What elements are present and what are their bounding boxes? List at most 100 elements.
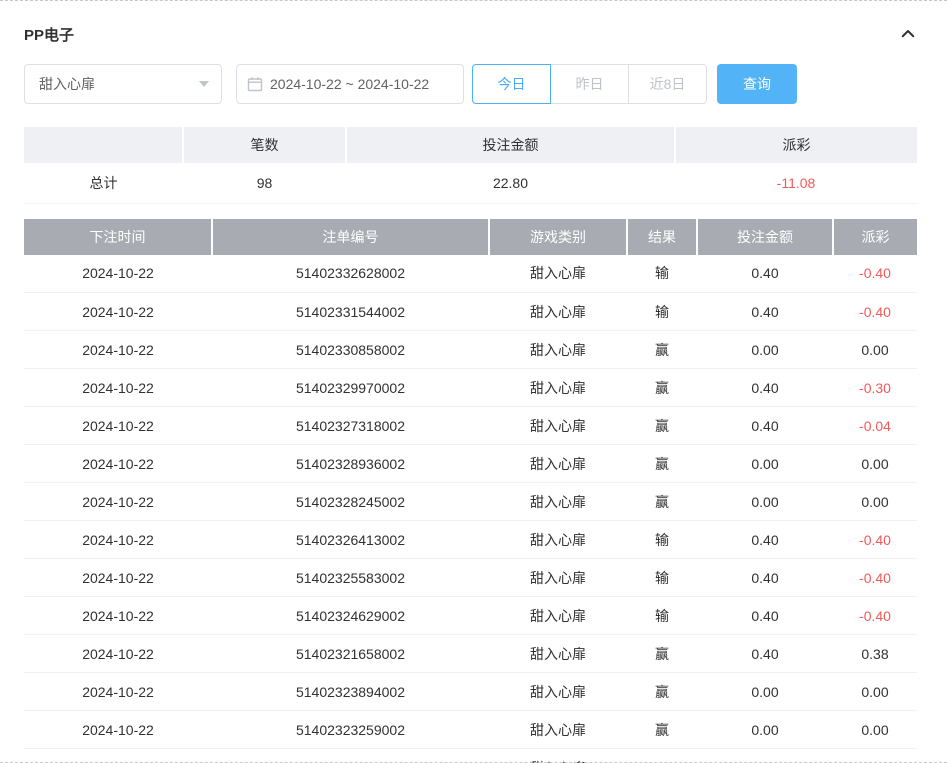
table-row: 2024-10-2251402321658002甜入心扉赢0.400.38 (24, 635, 917, 673)
table-row: 2024-10-2251402327318002甜入心扉赢0.40-0.04 (24, 407, 917, 445)
table-cell: 赢 (627, 369, 697, 407)
table-row: 2024-10-2251402332628002甜入心扉输0.40-0.40 (24, 255, 917, 293)
table-cell: 2024-10-22 (24, 521, 212, 559)
bet-table-header-row: 下注时间注单编号游戏类别结果投注金额派彩 (24, 219, 917, 255)
table-row: 2024-10-2251402323259002甜入心扉赢0.000.00 (24, 711, 917, 749)
table-cell: 甜入心扉 (489, 749, 627, 763)
table-cell: 0.00 (833, 483, 917, 521)
table-cell: 2024-10-22 (24, 255, 212, 293)
table-cell: 0.40 (697, 255, 833, 293)
table-row: 2024-10-2251402328936002甜入心扉赢0.000.00 (24, 445, 917, 483)
chevron-down-icon (199, 81, 209, 87)
summary-header-row: 笔数 投注金额 派彩 (24, 127, 917, 163)
table-cell: 赢 (627, 635, 697, 673)
top-dashed-divider (0, 0, 947, 1)
table-cell (627, 749, 697, 763)
summary-total-bet-amount: 22.80 (346, 163, 675, 203)
summary-total-row: 总计 98 22.80 -11.08 (24, 163, 917, 203)
table-cell: 0.00 (697, 673, 833, 711)
table-cell: 2024-10-22 (24, 711, 212, 749)
table-cell: 2024-10-22 (24, 445, 212, 483)
table-cell: 赢 (627, 483, 697, 521)
table-cell: -0.40 (833, 255, 917, 293)
quick-button-yesterday[interactable]: 昨日 (550, 64, 629, 104)
bet-table-header-cell: 游戏类别 (489, 219, 627, 255)
panel-header: PP电子 (24, 0, 917, 44)
table-cell: 51402329970002 (212, 369, 489, 407)
table-cell: 赢 (627, 407, 697, 445)
table-row: 2024-10-2251402323894002甜入心扉赢0.000.00 (24, 673, 917, 711)
bet-table-header-cell: 投注金额 (697, 219, 833, 255)
summary-total-payout: -11.08 (675, 163, 917, 203)
table-cell: 51402323259002 (212, 711, 489, 749)
panel-title: PP电子 (24, 24, 74, 45)
table-row: 2024-10-2251402325583002甜入心扉输0.40-0.40 (24, 559, 917, 597)
table-cell: 甜入心扉 (489, 673, 627, 711)
table-row: 2024-10-2251402329970002甜入心扉赢0.40-0.30 (24, 369, 917, 407)
table-cell: 0.00 (833, 711, 917, 749)
search-button[interactable]: 查询 (717, 64, 797, 104)
table-cell: 51402325583002 (212, 559, 489, 597)
filter-bar: 甜入心扉 2024-10-22 ~ 2024-10-22 今日 昨日 近8日 查… (24, 64, 917, 104)
table-cell: 0.40 (697, 635, 833, 673)
table-cell: 0.00 (833, 445, 917, 483)
game-select-value: 甜入心扉 (39, 74, 95, 94)
summary-table: 笔数 投注金额 派彩 总计 98 22.80 -11.08 (24, 127, 917, 204)
table-cell: 2024-10-22 (24, 673, 212, 711)
table-cell: 51402330858002 (212, 331, 489, 369)
table-cell: 2024-10-22 (24, 559, 212, 597)
table-cell: 0.00 (833, 673, 917, 711)
table-row: 2024-10-2251402330858002甜入心扉赢0.000.00 (24, 331, 917, 369)
table-cell: 甜入心扉 (489, 445, 627, 483)
table-cell: 输 (627, 255, 697, 293)
table-cell: 51402326413002 (212, 521, 489, 559)
table-cell: 2024-10-22 (24, 597, 212, 635)
table-cell: 赢 (627, 673, 697, 711)
quick-button-last8days[interactable]: 近8日 (628, 64, 707, 104)
table-cell: -0.40 (833, 597, 917, 635)
table-cell (833, 749, 917, 763)
table-cell: 赢 (627, 711, 697, 749)
pp-electronics-panel: PP电子 甜入心扉 2024-10-22 ~ 2024-10-22 今日 昨日 … (0, 0, 947, 763)
table-cell: 0.00 (697, 445, 833, 483)
quick-button-today[interactable]: 今日 (472, 64, 551, 104)
summary-total-label: 总计 (24, 163, 183, 203)
table-cell: 甜入心扉 (489, 331, 627, 369)
game-select[interactable]: 甜入心扉 (24, 64, 222, 104)
table-cell: 赢 (627, 445, 697, 483)
bet-table-header-cell: 派彩 (833, 219, 917, 255)
table-cell: 甜入心扉 (489, 635, 627, 673)
table-cell: 甜入心扉 (489, 559, 627, 597)
bet-table-body: 2024-10-2251402332628002甜入心扉输0.40-0.4020… (24, 255, 917, 763)
table-cell: 51402327318002 (212, 407, 489, 445)
table-row: 2024-10-2251402331544002甜入心扉输0.40-0.40 (24, 293, 917, 331)
table-cell: 输 (627, 521, 697, 559)
table-cell: -0.30 (833, 369, 917, 407)
date-range-value: 2024-10-22 ~ 2024-10-22 (270, 76, 429, 92)
bet-table-header-cell: 下注时间 (24, 219, 212, 255)
table-cell: 0.40 (697, 559, 833, 597)
table-cell: 0.00 (833, 331, 917, 369)
table-cell: 2024-10-22 (24, 293, 212, 331)
table-row: 2024-10-22甜入心扉 (24, 749, 917, 763)
table-row: 2024-10-2251402328245002甜入心扉赢0.000.00 (24, 483, 917, 521)
table-cell: 2024-10-22 (24, 369, 212, 407)
table-cell: 甜入心扉 (489, 293, 627, 331)
table-cell: 0.40 (697, 521, 833, 559)
table-cell: 甜入心扉 (489, 597, 627, 635)
date-range-input[interactable]: 2024-10-22 ~ 2024-10-22 (236, 64, 464, 104)
table-cell: 甜入心扉 (489, 483, 627, 521)
bet-table-header-cell: 结果 (627, 219, 697, 255)
table-cell: 赢 (627, 331, 697, 369)
table-cell: 甜入心扉 (489, 407, 627, 445)
bet-table: 下注时间注单编号游戏类别结果投注金额派彩 2024-10-22514023326… (24, 219, 917, 763)
collapse-chevron-icon[interactable] (899, 25, 917, 43)
table-cell: 甜入心扉 (489, 711, 627, 749)
table-cell: 输 (627, 293, 697, 331)
calendar-icon (247, 76, 263, 92)
summary-total-count: 98 (183, 163, 346, 203)
table-cell: -0.40 (833, 559, 917, 597)
table-cell: 0.40 (697, 293, 833, 331)
table-cell: -0.40 (833, 293, 917, 331)
table-cell: -0.04 (833, 407, 917, 445)
